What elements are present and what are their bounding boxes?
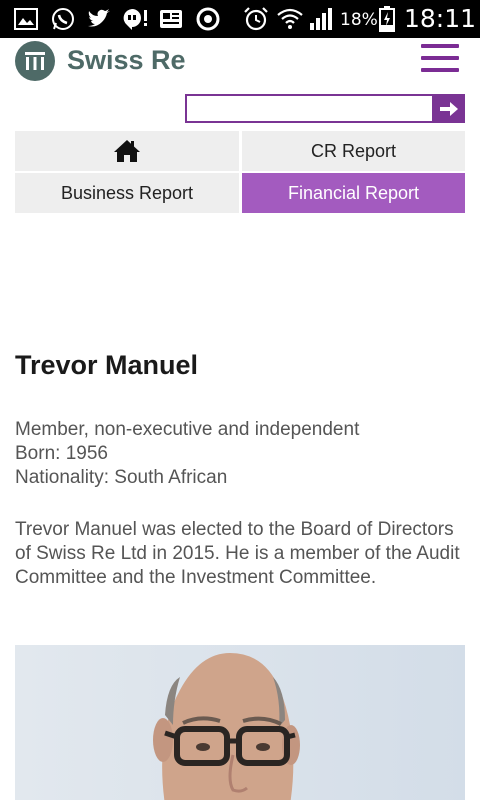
person-role: Member, non-executive and independent [15,419,360,440]
gallery-icon [13,7,39,31]
menu-bar-icon [421,44,459,48]
signal-icon [308,7,334,31]
nav-home-button[interactable] [15,131,239,171]
chrome-icon [195,7,221,31]
news-icon [158,7,184,31]
person-nationality: Nationality: South African [15,467,228,488]
person-bio: Trevor Manuel was elected to the Board o… [15,519,460,588]
nav-business-report[interactable]: Business Report [15,173,239,213]
status-bar: 18% 18:11 [0,0,480,38]
nav-financial-report[interactable]: Financial Report [242,173,465,213]
nav-cr-report[interactable]: CR Report [242,131,465,171]
twitter-icon [86,7,112,31]
portrait-photo [15,645,465,800]
person-details: Member, non-executive and independent Bo… [15,418,359,490]
menu-bar-icon [421,56,459,60]
person-name: Trevor Manuel [15,350,199,380]
search-submit-button[interactable] [433,94,465,123]
hamburger-menu-button[interactable] [421,44,459,72]
wifi-icon [276,7,304,31]
battery-icon [378,6,396,32]
arrow-right-icon [440,101,458,116]
search-input[interactable] [185,94,434,123]
brand-name[interactable]: Swiss Re [67,45,186,76]
hangouts-icon [121,7,149,31]
battery-percent: 18% [340,10,378,30]
alarm-icon [242,7,270,31]
clock: 18:11 [404,4,477,33]
whatsapp-icon [50,7,76,31]
menu-bar-icon [421,68,459,72]
home-icon [114,140,140,162]
swiss-re-logo-icon[interactable] [15,41,55,81]
person-born: Born: 1956 [15,443,108,464]
